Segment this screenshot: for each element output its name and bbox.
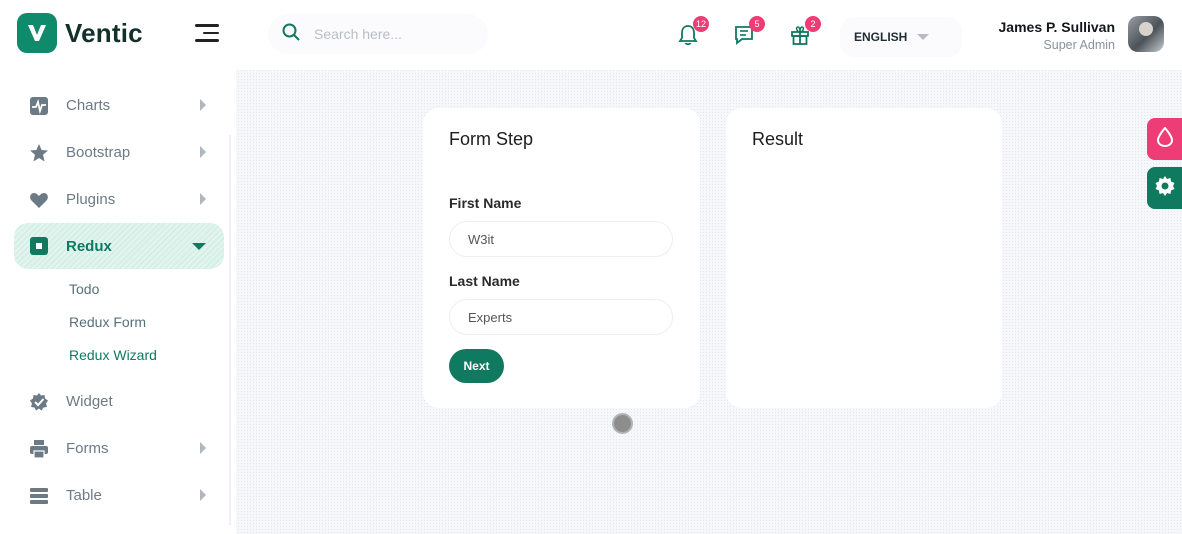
sidebar-item-widget[interactable]: Widget xyxy=(14,378,224,425)
sidebar-item-label: Redux xyxy=(66,237,112,255)
sidebar-item-label: Widget xyxy=(66,393,113,410)
sidebar-item-plugins[interactable]: Plugins xyxy=(14,176,224,223)
logo-icon xyxy=(17,13,57,53)
sidebar-item-forms[interactable]: Forms xyxy=(14,425,224,472)
caret-down-icon xyxy=(917,34,930,40)
sidebar-menu: Charts Bootstrap Plugins Redux Todo Redu… xyxy=(14,82,224,519)
settings-button[interactable] xyxy=(1147,167,1182,209)
sidebar-item-label: Table xyxy=(66,487,102,504)
sidebar-item-label: Plugins xyxy=(66,191,116,208)
heart-icon xyxy=(29,190,49,210)
card-title: Form Step xyxy=(449,129,534,149)
menu-toggle-icon[interactable] xyxy=(195,24,219,44)
sidebar-item-label: Bootstrap xyxy=(66,144,131,161)
sidebar-item-label: Charts xyxy=(66,97,111,114)
chevron-right-icon xyxy=(200,99,206,111)
sub-item-redux-form[interactable]: Redux Form xyxy=(69,306,224,339)
chevron-right-icon xyxy=(200,146,206,158)
next-button[interactable]: Next xyxy=(449,349,504,383)
chevron-right-icon xyxy=(200,193,206,205)
brand-name: Ventic xyxy=(65,17,143,48)
sidebar-item-label: Forms xyxy=(66,440,109,457)
chevron-right-icon xyxy=(200,489,206,501)
star-icon xyxy=(29,143,49,163)
brand[interactable]: Ventic xyxy=(17,13,143,53)
sidebar-item-table[interactable]: Table xyxy=(14,472,224,519)
chart-pulse-icon xyxy=(29,96,49,116)
sidebar-scrollbar[interactable] xyxy=(229,135,231,525)
user-role: Super Admin xyxy=(1043,38,1115,52)
first-name-label: First Name xyxy=(449,195,522,211)
language-dropdown[interactable]: ENGLISH xyxy=(840,17,962,57)
user-name[interactable]: James P. Sullivan xyxy=(999,19,1115,35)
mouse-cursor xyxy=(612,413,633,434)
result-card: Result xyxy=(726,108,1002,408)
top-header: 12 5 2 ENGLISH James P. Sullivan Super A… xyxy=(236,0,1182,70)
language-label: ENGLISH xyxy=(854,30,908,44)
sidebar-item-charts[interactable]: Charts xyxy=(14,82,224,129)
gear-icon xyxy=(1154,175,1176,202)
card-title: Result xyxy=(752,129,804,149)
avatar[interactable] xyxy=(1128,16,1164,52)
notifications-badge: 12 xyxy=(692,16,709,32)
sub-item-redux-wizard[interactable]: Redux Wizard xyxy=(69,339,224,372)
first-name-field[interactable] xyxy=(449,221,673,257)
water-drop-icon xyxy=(1156,125,1174,152)
search-input[interactable] xyxy=(314,26,474,42)
form-step-card: Form Step First Name Last Name Next xyxy=(423,108,700,408)
last-name-label: Last Name xyxy=(449,273,520,289)
sidebar-item-bootstrap[interactable]: Bootstrap xyxy=(14,129,224,176)
printer-icon xyxy=(29,439,49,459)
chevron-right-icon xyxy=(200,442,206,454)
square-icon xyxy=(29,236,49,256)
last-name-field[interactable] xyxy=(449,299,673,335)
table-icon xyxy=(29,486,49,506)
messages-badge: 5 xyxy=(749,16,765,32)
sidebar-item-redux[interactable]: Redux xyxy=(14,223,224,269)
sidebar: Ventic Charts Bootstrap Plugins Redux To… xyxy=(0,0,236,534)
gifts-badge: 2 xyxy=(805,16,821,32)
notification-bell-icon[interactable]: 12 xyxy=(677,16,709,50)
widget-badge-icon xyxy=(29,392,49,412)
theme-drop-button[interactable] xyxy=(1147,118,1182,160)
search-icon[interactable] xyxy=(282,23,300,46)
messages-icon[interactable]: 5 xyxy=(733,16,765,50)
sub-item-todo[interactable]: Todo xyxy=(69,273,224,306)
chevron-down-icon xyxy=(192,243,206,250)
search-box[interactable] xyxy=(268,14,488,54)
gift-icon[interactable]: 2 xyxy=(789,16,821,50)
redux-submenu: Todo Redux Form Redux Wizard xyxy=(14,269,224,378)
